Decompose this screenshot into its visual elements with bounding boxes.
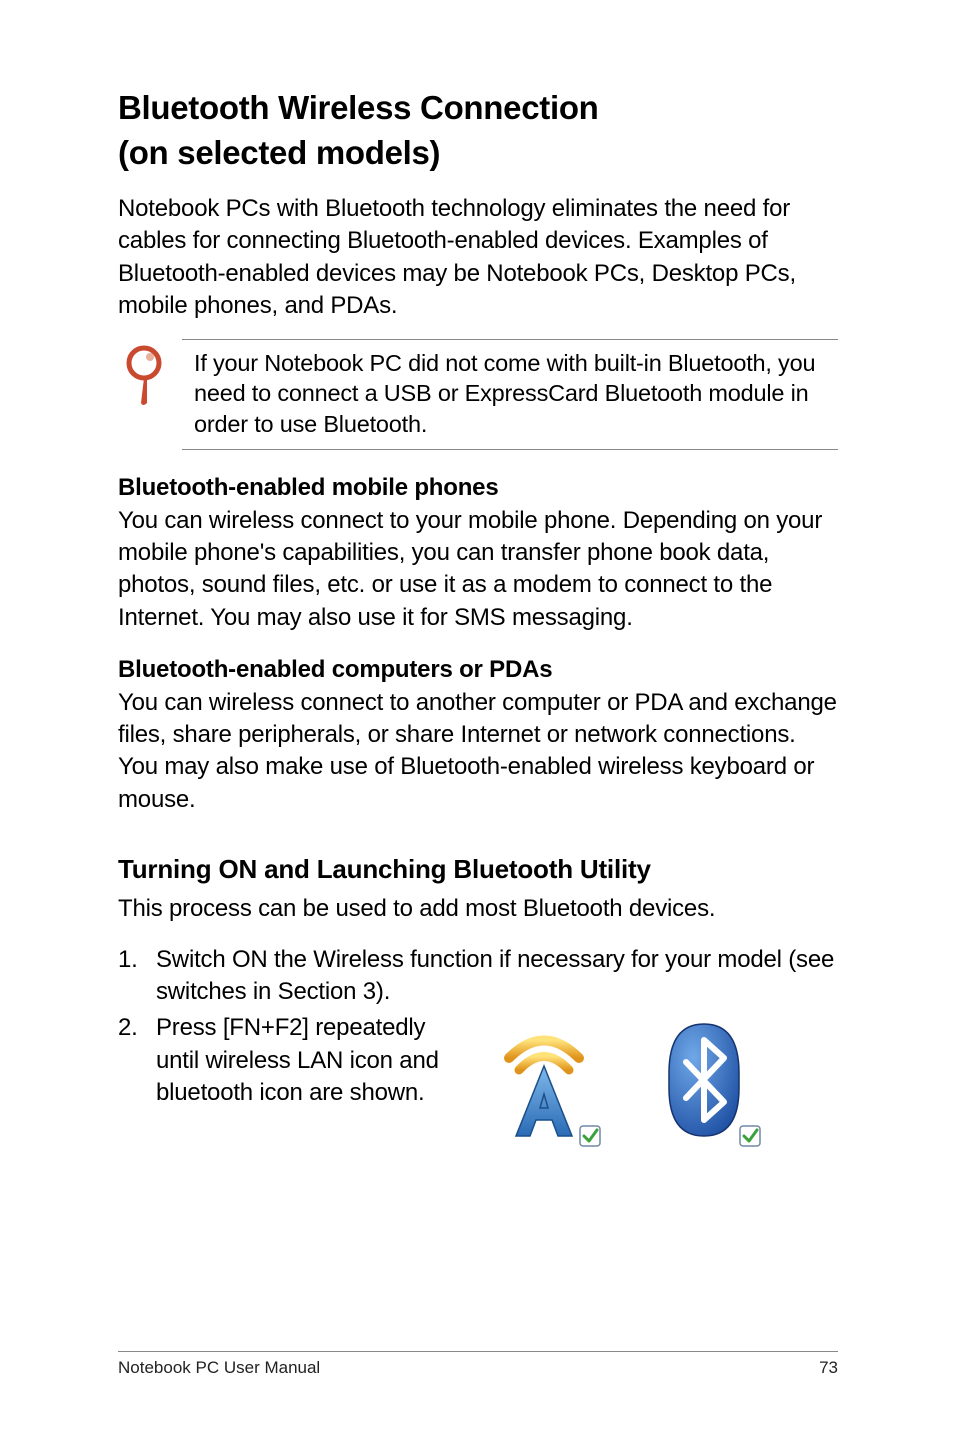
section-mobile-phones: Bluetooth-enabled mobile phones You can … [118, 472, 838, 634]
step-number: 1. [118, 944, 156, 1009]
bluetooth-icon [644, 1018, 764, 1157]
footer-page-number: 73 [819, 1358, 838, 1378]
page-footer: Notebook PC User Manual 73 [118, 1351, 838, 1378]
note-text: If your Notebook PC did not come with bu… [194, 348, 838, 440]
note-block: If your Notebook PC did not come with bu… [118, 339, 838, 451]
section-title-mobile: Bluetooth-enabled mobile phones [118, 472, 838, 504]
steps-list: 1. Switch ON the Wireless function if ne… [118, 944, 838, 1158]
step-text: Press [FN+F2] repeatedly until wireless … [156, 1012, 456, 1109]
wireless-lan-icon [484, 1018, 604, 1157]
section-title-pdas: Bluetooth-enabled computers or PDAs [118, 654, 838, 686]
utility-heading: Turning ON and Launching Bluetooth Utili… [118, 854, 838, 885]
section-body-pdas: You can wireless connect to another comp… [118, 689, 837, 813]
section-body-mobile: You can wireless connect to your mobile … [118, 507, 822, 631]
heading-line-1: Bluetooth Wireless Connection [118, 89, 599, 126]
step-icons [456, 1012, 764, 1157]
note-text-container: If your Notebook PC did not come with bu… [182, 339, 838, 451]
intro-paragraph: Notebook PCs with Bluetooth technology e… [118, 193, 838, 323]
step-number: 2. [118, 1012, 156, 1157]
magnifier-pin-icon [118, 339, 182, 412]
page-heading: Bluetooth Wireless Connection (on select… [118, 86, 838, 175]
heading-line-2: (on selected models) [118, 134, 440, 171]
list-item: 1. Switch ON the Wireless function if ne… [118, 944, 838, 1009]
utility-intro: This process can be used to add most Blu… [118, 893, 838, 925]
section-computers-pdas: Bluetooth-enabled computers or PDAs You … [118, 654, 838, 816]
list-item: 2. Press [FN+F2] repeatedly until wirele… [118, 1012, 838, 1157]
step-text: Switch ON the Wireless function if neces… [156, 944, 838, 1009]
footer-title: Notebook PC User Manual [118, 1358, 320, 1378]
